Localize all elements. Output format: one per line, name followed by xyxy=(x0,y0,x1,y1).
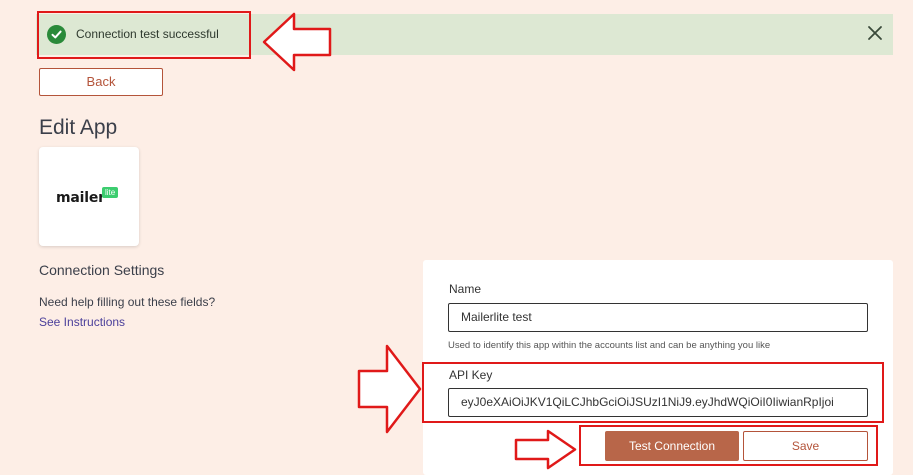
connection-settings-title: Connection Settings xyxy=(39,262,165,278)
help-text: Need help filling out these fields? xyxy=(39,295,216,309)
name-label: Name xyxy=(449,282,482,296)
annotation-box-alert xyxy=(37,11,251,59)
annotation-box-api-key xyxy=(422,362,884,423)
annotation-arrow-right xyxy=(357,344,422,434)
annotation-box-buttons xyxy=(579,425,878,466)
name-hint: Used to identify this app within the acc… xyxy=(448,340,771,351)
annotation-arrow-right-small xyxy=(514,429,577,470)
annotation-arrow-left xyxy=(262,12,332,72)
app-logo-text: mailer xyxy=(56,190,105,206)
name-input[interactable]: Mailerlite test xyxy=(448,303,868,332)
app-logo-badge: lite xyxy=(102,187,119,198)
page-title: Edit App xyxy=(39,116,118,139)
see-instructions-link[interactable]: See Instructions xyxy=(39,315,125,329)
app-logo-card: mailer lite xyxy=(39,147,139,246)
close-icon[interactable] xyxy=(865,23,885,43)
back-button[interactable]: Back xyxy=(39,68,163,96)
